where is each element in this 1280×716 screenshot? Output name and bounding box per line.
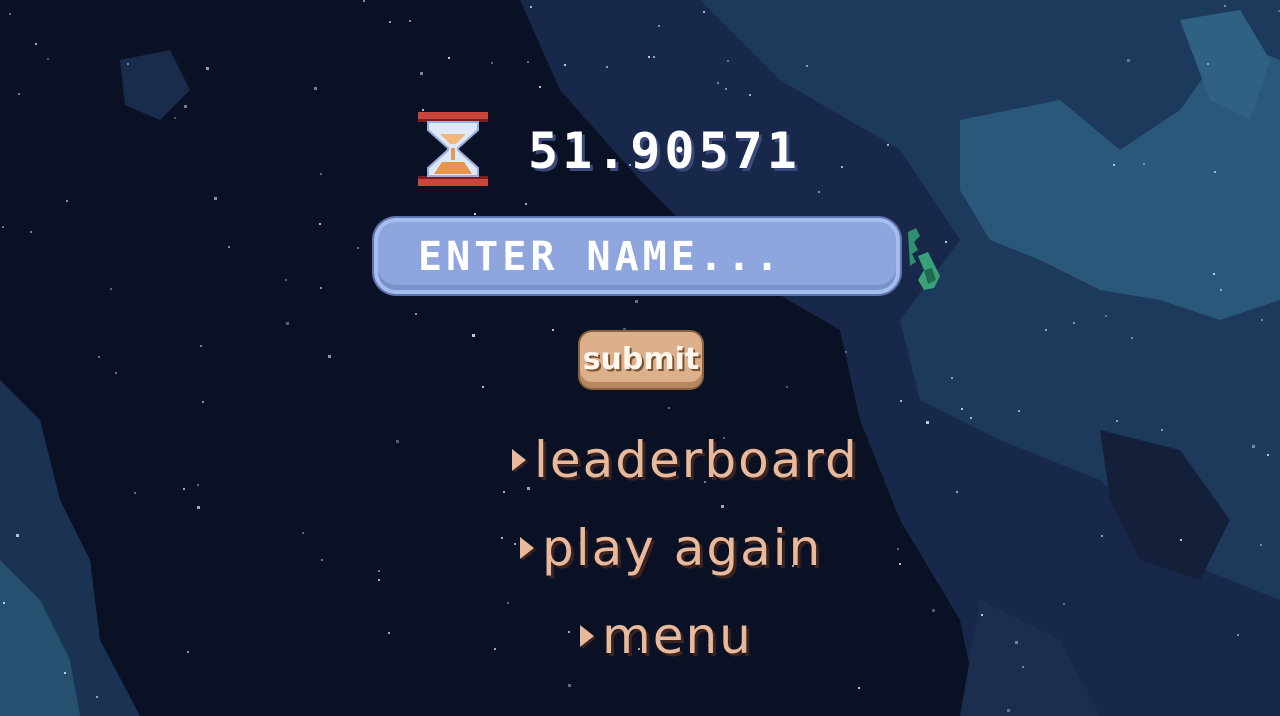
menu-label: menu xyxy=(602,607,753,665)
submit-button[interactable]: submit xyxy=(580,332,702,388)
name-input[interactable] xyxy=(408,228,868,286)
game-over-screen: 51.90571 submit leaderboard play again m… xyxy=(0,0,1280,716)
elapsed-time: 51.90571 xyxy=(528,122,801,180)
sprout-icon xyxy=(908,228,940,290)
play-again-option[interactable]: play again xyxy=(520,518,822,578)
arrow-right-icon xyxy=(512,449,526,471)
arrow-right-icon xyxy=(520,537,534,559)
play-again-label: play again xyxy=(542,519,823,577)
leaderboard-label: leaderboard xyxy=(534,431,859,489)
leaderboard-option[interactable]: leaderboard xyxy=(512,430,859,490)
hourglass-icon xyxy=(418,112,488,186)
menu-option[interactable]: menu xyxy=(580,606,753,666)
arrow-right-icon xyxy=(580,625,594,647)
name-entry-box[interactable] xyxy=(374,218,900,294)
